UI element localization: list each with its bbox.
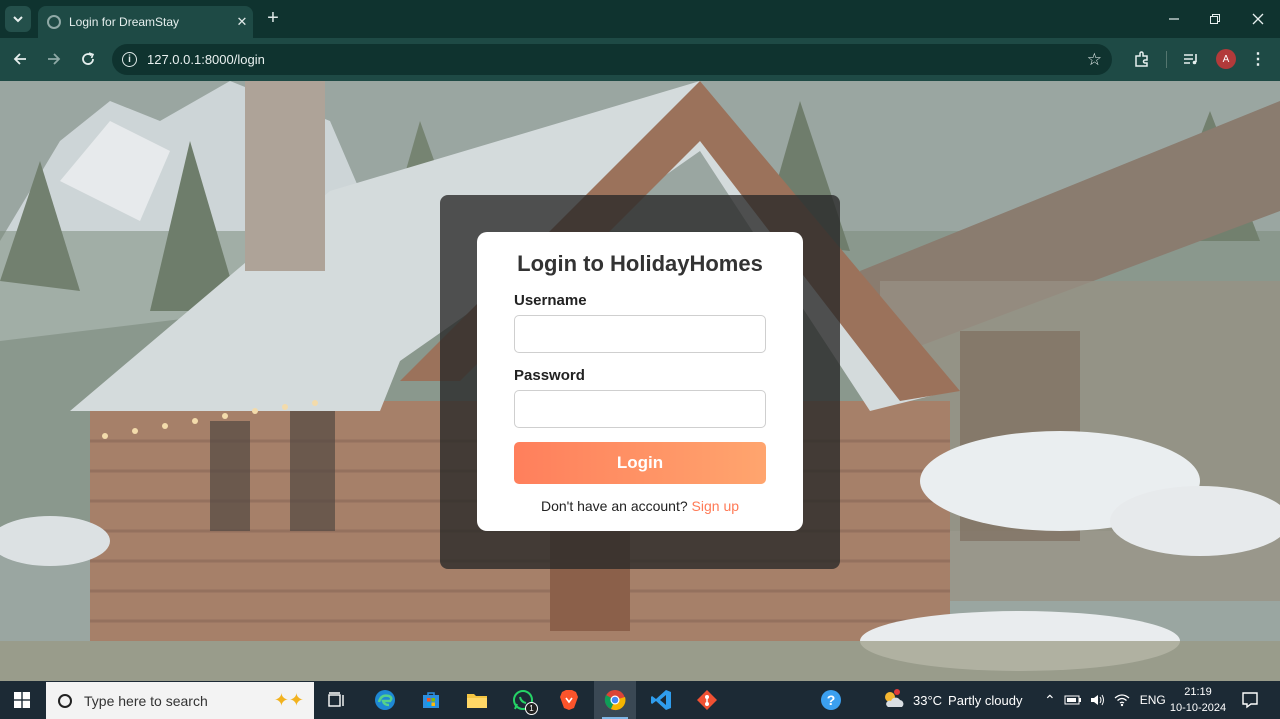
chrome-app-button[interactable] (594, 681, 636, 719)
close-window-button[interactable] (1238, 6, 1278, 32)
tab-title: Login for DreamStay (69, 15, 180, 29)
notification-icon (1242, 692, 1258, 709)
restore-icon (1210, 14, 1220, 24)
git-app-button[interactable] (686, 681, 728, 719)
folder-icon (467, 694, 487, 708)
store-icon (423, 692, 439, 708)
address-bar[interactable]: i 127.0.0.1:8000/login ☆ (112, 44, 1112, 75)
language-indicator[interactable]: ENG (1140, 693, 1166, 707)
edge-app-button[interactable] (364, 681, 406, 719)
windows-taskbar: Type here to search ✦✦ 1 ? 33°C Partly c… (0, 681, 1280, 719)
bookmark-star-icon[interactable]: ☆ (1087, 50, 1102, 70)
extensions-icon[interactable] (1131, 48, 1153, 70)
taskbar-clock[interactable]: 21:19 10-10-2024 (1166, 684, 1230, 716)
task-view-icon (328, 692, 344, 707)
chevron-up-icon[interactable]: ⌃ (1044, 692, 1056, 709)
start-button[interactable] (0, 681, 44, 719)
chrome-icon (604, 690, 626, 711)
signup-link[interactable]: Sign up (692, 498, 739, 514)
password-input[interactable] (514, 390, 766, 428)
clock-date: 10-10-2024 (1169, 702, 1227, 714)
partly-cloudy-icon (885, 689, 904, 707)
wifi-icon[interactable] (1114, 693, 1130, 707)
edge-icon (375, 690, 395, 710)
close-tab-icon[interactable]: ✕ (231, 14, 253, 30)
weather-widget[interactable]: 33°C Partly cloudy (882, 681, 1022, 719)
taskbar-search-box[interactable]: Type here to search ✦✦ (46, 682, 314, 719)
new-tab-button[interactable]: + (262, 8, 284, 30)
arrow-left-icon (13, 53, 26, 65)
toolbar-divider (1166, 51, 1167, 68)
help-icon: ? (821, 690, 841, 710)
browser-tab[interactable]: Login for DreamStay ✕ (38, 6, 253, 38)
minimize-icon (1169, 18, 1179, 20)
file-explorer-button[interactable] (456, 681, 498, 719)
password-label: Password (514, 367, 585, 384)
signup-prompt: Don't have an account? (540, 498, 688, 514)
tab-search-button[interactable] (5, 6, 31, 32)
clock-time: 21:19 (1184, 686, 1212, 698)
copilot-sparkle-icon: ✦✦ (273, 690, 304, 710)
system-tray: ⌃ ENG (1044, 681, 1166, 719)
task-view-button[interactable] (316, 681, 358, 719)
volume-icon[interactable] (1090, 693, 1106, 707)
minimize-button[interactable] (1154, 6, 1194, 32)
battery-icon[interactable] (1064, 694, 1082, 706)
weather-temp: 33°C (913, 692, 943, 708)
svg-text:?: ? (827, 692, 836, 708)
signup-row: Don't have an account? Sign up (514, 498, 766, 514)
notifications-button[interactable] (1232, 681, 1268, 719)
windows-logo-icon (14, 692, 30, 708)
reload-button[interactable] (75, 46, 101, 72)
whatsapp-badge: 1 (525, 702, 538, 715)
vscode-icon (651, 690, 671, 710)
weather-desc: Partly cloudy (948, 692, 1023, 708)
forward-button[interactable] (41, 46, 67, 72)
site-info-icon[interactable]: i (122, 52, 137, 67)
chevron-down-icon (13, 16, 23, 23)
more-menu-icon[interactable]: ⋮ (1247, 48, 1269, 70)
globe-icon (47, 15, 61, 29)
close-icon (1252, 13, 1264, 25)
username-input[interactable] (514, 315, 766, 353)
git-kraken-icon (697, 690, 717, 710)
login-heading: Login to HolidayHomes (517, 251, 763, 276)
login-card: Login to HolidayHomes Username Password … (477, 232, 803, 531)
login-button[interactable]: Login (514, 442, 766, 484)
back-button[interactable] (7, 46, 33, 72)
page-viewport: Login to HolidayHomes Username Password … (0, 81, 1280, 681)
help-app-button[interactable]: ? (810, 681, 852, 719)
whatsapp-app-button[interactable]: 1 (502, 681, 544, 719)
brave-lion-icon (560, 690, 578, 710)
arrow-right-icon (48, 53, 61, 65)
brave-app-button[interactable] (548, 681, 590, 719)
url-text: 127.0.0.1:8000/login (147, 52, 265, 67)
browser-toolbar: i 127.0.0.1:8000/login ☆ A ⋮ (0, 38, 1280, 81)
search-placeholder: Type here to search (84, 692, 208, 709)
restore-button[interactable] (1195, 6, 1235, 32)
search-icon (58, 693, 72, 708)
username-label: Username (514, 292, 587, 309)
profile-avatar[interactable]: A (1216, 49, 1236, 69)
tab-strip: Login for DreamStay ✕ + (0, 0, 1280, 38)
vscode-app-button[interactable] (640, 681, 682, 719)
media-controls-icon[interactable] (1180, 48, 1202, 70)
store-app-button[interactable] (410, 681, 452, 719)
reload-icon (82, 52, 95, 65)
